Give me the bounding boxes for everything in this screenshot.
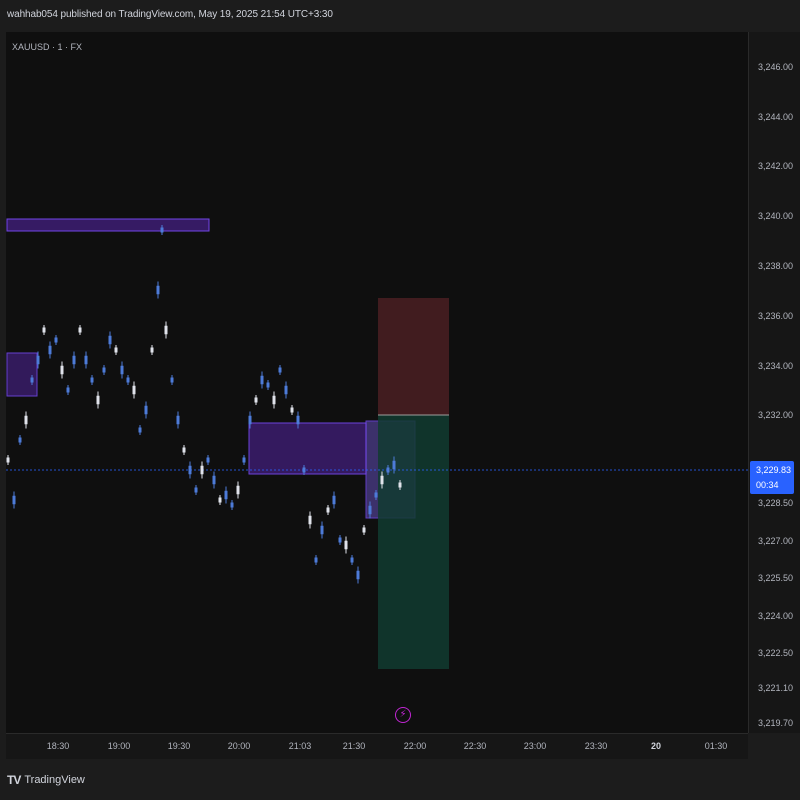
candle-body [254,397,258,403]
tradingview-logo-icon: TV [7,773,21,787]
candle-body [224,490,228,500]
candle-body [48,345,52,355]
candle-body [138,427,142,433]
candle-body [362,527,366,533]
candle-body [30,377,34,383]
candle-body [114,347,118,353]
brand-name: TradingView [24,774,85,786]
candle-body [144,405,148,415]
candle-body [36,355,40,365]
take-profit-area [378,415,449,669]
price-chart-drawing [6,218,748,669]
candle-body [12,495,16,505]
candle-body [90,377,94,383]
candle-body [60,365,64,375]
candle-body [392,460,396,470]
candle-body [6,457,10,463]
candle-body [18,437,22,443]
candle-body [344,540,348,550]
candle-body [272,395,276,405]
candle-body [380,475,384,485]
zone-middle [248,422,367,475]
candle-body [170,377,174,383]
candle-body [278,367,282,373]
candle-body [332,495,336,505]
footer [0,759,800,800]
candle-body [218,497,222,503]
candle-body [290,407,294,413]
candle-body [248,415,252,425]
candle-body [206,457,210,463]
candle-body [66,387,70,393]
candle-body [374,492,378,498]
candle-body [120,365,124,375]
candle-body [350,557,354,563]
candle-body [314,557,318,563]
candle-body [78,327,82,333]
candle-body [386,467,390,473]
candle-body [72,355,76,365]
candles [6,225,402,584]
candle-body [398,482,402,488]
candle-body [296,415,300,425]
candle-body [320,525,324,535]
zone-left [6,352,38,397]
candle-body [164,325,168,335]
candle-body [126,377,130,383]
candle-body [326,507,330,513]
candle-body [54,337,58,343]
candle-body [308,515,312,525]
candle-body [338,537,342,543]
candle-body [156,285,160,295]
candle-body [160,227,164,233]
candle-body [284,385,288,395]
candle-body [242,457,246,463]
zone-top [6,218,210,232]
candle-body [96,395,100,405]
candle-body [236,485,240,495]
candle-body [84,355,88,365]
candle-body [194,487,198,493]
candle-body [368,505,372,515]
candle-body [212,475,216,485]
candle-body [260,375,264,385]
tradingview-brand[interactable]: TV TradingView [7,773,85,787]
candle-body [108,335,112,345]
candle-body [132,385,136,395]
stop-loss-area [378,298,449,415]
bolt-icon[interactable]: ⚡ [395,707,411,723]
candle-body [42,327,46,333]
candle-body [24,415,28,425]
candle-body [356,570,360,580]
candle-body [188,465,192,475]
candle-body [150,347,154,353]
candle-body [176,415,180,425]
candle-body [266,382,270,388]
candle-body [182,447,186,453]
candle-body [302,467,306,473]
candle-body [200,465,204,475]
candle-body [230,502,234,508]
candle-body [102,367,106,373]
